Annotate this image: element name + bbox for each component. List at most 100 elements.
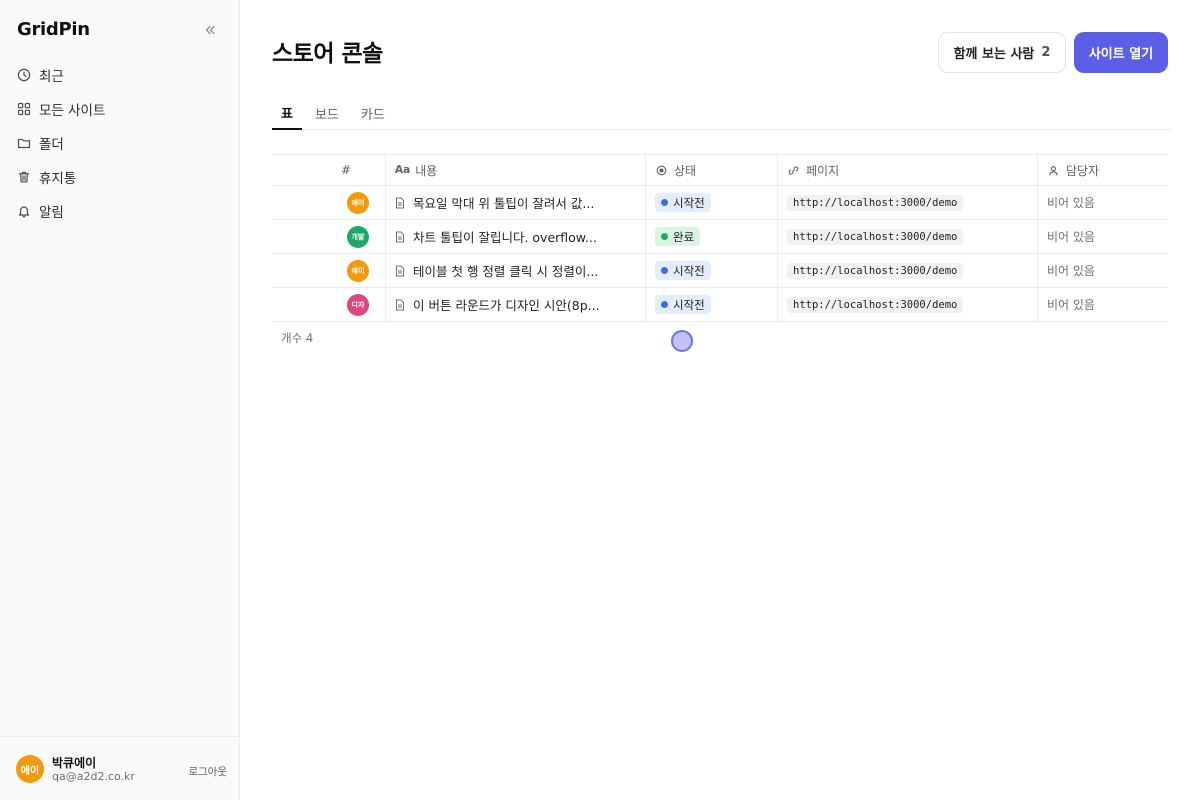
status-badge: 시작전 bbox=[655, 295, 711, 314]
page-url[interactable]: http://localhost:3000/demo bbox=[787, 296, 964, 313]
link-icon bbox=[787, 164, 799, 176]
row-status-cell[interactable]: 시작전 bbox=[646, 186, 778, 219]
column-header-page[interactable]: 페이지 bbox=[778, 155, 1038, 185]
row-page-cell[interactable]: http://localhost:3000/demo bbox=[778, 186, 1038, 219]
row-avatar-cell: 에이 bbox=[272, 254, 386, 287]
row-status-cell[interactable]: 시작전 bbox=[646, 254, 778, 287]
sidebar-item-trash[interactable]: 휴지통 bbox=[0, 160, 239, 194]
sidebar-item-label: 휴지통 bbox=[39, 171, 77, 187]
row-assignee-cell[interactable]: 비어 있음 bbox=[1038, 288, 1168, 321]
row-page-cell[interactable]: http://localhost:3000/demo bbox=[778, 254, 1038, 287]
status-dot bbox=[661, 199, 668, 206]
row-title: 이 버튼 라운드가 디자인 시안(8p... bbox=[413, 298, 600, 313]
viewers-count: 2 bbox=[1041, 45, 1051, 60]
row-status-cell[interactable]: 시작전 bbox=[646, 288, 778, 321]
table-row[interactable]: 개발 차트 툴팁이 잘립니다. overflow... 완료 http://lo… bbox=[272, 220, 1168, 254]
document-icon bbox=[395, 265, 405, 277]
sidebar-item-label: 폴더 bbox=[39, 137, 64, 153]
page-url[interactable]: http://localhost:3000/demo bbox=[787, 194, 964, 211]
hash-icon: # bbox=[340, 163, 351, 177]
status-label: 완료 bbox=[673, 229, 695, 244]
row-content-cell[interactable]: 목요일 막대 위 툴팁이 잘려서 값... bbox=[386, 186, 646, 219]
pointer-cursor bbox=[671, 330, 693, 352]
trash-icon bbox=[17, 170, 31, 184]
row-assignee-cell[interactable]: 비어 있음 bbox=[1038, 254, 1168, 287]
status-badge: 시작전 bbox=[655, 261, 711, 280]
row-content-cell[interactable]: 테이블 첫 행 정렬 클릭 시 정렬이... bbox=[386, 254, 646, 287]
status-label: 시작전 bbox=[673, 297, 705, 312]
bell-icon bbox=[17, 204, 31, 218]
page-title: 스토어 콘솔 bbox=[272, 41, 383, 67]
row-avatar-cell: 디자 bbox=[272, 288, 386, 321]
assignee-empty: 비어 있음 bbox=[1047, 264, 1095, 278]
column-header-label: 상태 bbox=[674, 163, 697, 178]
table-row[interactable]: 에이 테이블 첫 행 정렬 클릭 시 정렬이... 시작전 http://loc… bbox=[272, 254, 1168, 288]
document-icon bbox=[395, 231, 405, 243]
row-content-cell[interactable]: 이 버튼 라운드가 디자인 시안(8p... bbox=[386, 288, 646, 321]
sidebar-item-all-sites[interactable]: 모든 사이트 bbox=[0, 92, 239, 126]
sidebar-item-folder[interactable]: 폴더 bbox=[0, 126, 239, 160]
row-title: 테이블 첫 행 정렬 클릭 시 정렬이... bbox=[413, 264, 599, 279]
sidebar-item-notifications[interactable]: 알림 bbox=[0, 194, 239, 228]
sidebar-item-label: 최근 bbox=[39, 69, 64, 85]
collapse-sidebar-button[interactable] bbox=[200, 20, 220, 40]
data-table: # Aa 내용 상태 페이지 담당자 에어 목요일 막대 위 툴팁이 잘려서 값… bbox=[272, 154, 1168, 322]
viewers-button[interactable]: 함께 보는 사람 2 bbox=[938, 32, 1066, 73]
view-tabs: 표 보드 카드 bbox=[272, 96, 1171, 130]
avatar: 에이 bbox=[347, 259, 369, 282]
row-assignee-cell[interactable]: 비어 있음 bbox=[1038, 220, 1168, 253]
logout-button[interactable]: 로그아웃 bbox=[188, 764, 227, 779]
avatar: 디자 bbox=[347, 293, 369, 316]
tab-board[interactable]: 보드 bbox=[306, 96, 348, 130]
row-page-cell[interactable]: http://localhost:3000/demo bbox=[778, 220, 1038, 253]
column-header-assignee[interactable]: 담당자 bbox=[1038, 155, 1168, 185]
user-profile: 에이 박큐에이 qa@a2d2.co.kr 로그아웃 bbox=[0, 736, 239, 800]
status-icon bbox=[655, 164, 667, 176]
document-icon bbox=[395, 197, 405, 209]
user-email: qa@a2d2.co.kr bbox=[52, 770, 135, 783]
column-header-index[interactable]: # bbox=[272, 155, 386, 185]
sidebar-item-label: 모든 사이트 bbox=[39, 103, 106, 119]
open-site-button[interactable]: 사이트 열기 bbox=[1074, 32, 1168, 73]
grid-icon bbox=[17, 102, 31, 116]
row-title: 목요일 막대 위 툴팁이 잘려서 값... bbox=[413, 196, 595, 211]
column-header-content[interactable]: Aa 내용 bbox=[386, 155, 646, 185]
row-avatar-cell: 에어 bbox=[272, 186, 386, 219]
sidebar-item-label: 알림 bbox=[39, 205, 64, 221]
avatar: 에이 bbox=[16, 755, 44, 783]
status-label: 시작전 bbox=[673, 195, 705, 210]
avatar: 에어 bbox=[347, 191, 369, 214]
assignee-empty: 비어 있음 bbox=[1047, 196, 1095, 210]
status-badge: 시작전 bbox=[655, 193, 711, 212]
assignee-empty: 비어 있음 bbox=[1047, 298, 1095, 312]
brand-logo[interactable]: GridPin bbox=[17, 19, 90, 40]
avatar: 개발 bbox=[347, 225, 369, 248]
text-type-icon: Aa bbox=[395, 164, 411, 176]
row-page-cell[interactable]: http://localhost:3000/demo bbox=[778, 288, 1038, 321]
row-avatar-cell: 개발 bbox=[272, 220, 386, 253]
row-title: 차트 툴팁이 잘립니다. overflow... bbox=[413, 230, 597, 245]
sidebar: GridPin 최근 모든 사이트 폴더 휴지통 알림 에이 박큐에이 qa@a… bbox=[0, 0, 240, 800]
sidebar-item-recent[interactable]: 최근 bbox=[0, 58, 239, 92]
status-label: 시작전 bbox=[673, 263, 705, 278]
tab-table[interactable]: 표 bbox=[272, 96, 302, 130]
column-header-label: 페이지 bbox=[806, 163, 840, 178]
status-badge: 완료 bbox=[655, 227, 701, 246]
status-dot bbox=[661, 267, 668, 274]
table-header-row: # Aa 내용 상태 페이지 담당자 bbox=[272, 154, 1168, 186]
user-name: 박큐에이 bbox=[52, 756, 97, 770]
document-icon bbox=[395, 299, 405, 311]
folder-icon bbox=[17, 136, 31, 150]
row-status-cell[interactable]: 완료 bbox=[646, 220, 778, 253]
row-assignee-cell[interactable]: 비어 있음 bbox=[1038, 186, 1168, 219]
tab-card[interactable]: 카드 bbox=[352, 96, 394, 130]
column-header-status[interactable]: 상태 bbox=[646, 155, 778, 185]
column-header-label: 내용 bbox=[415, 163, 438, 178]
page-url[interactable]: http://localhost:3000/demo bbox=[787, 262, 964, 279]
row-content-cell[interactable]: 차트 툴팁이 잘립니다. overflow... bbox=[386, 220, 646, 253]
table-row[interactable]: 디자 이 버튼 라운드가 디자인 시안(8p... 시작전 http://loc… bbox=[272, 288, 1168, 322]
clock-icon bbox=[17, 68, 31, 82]
table-row[interactable]: 에어 목요일 막대 위 툴팁이 잘려서 값... 시작전 http://loca… bbox=[272, 186, 1168, 220]
status-dot bbox=[661, 301, 668, 308]
page-url[interactable]: http://localhost:3000/demo bbox=[787, 228, 964, 245]
